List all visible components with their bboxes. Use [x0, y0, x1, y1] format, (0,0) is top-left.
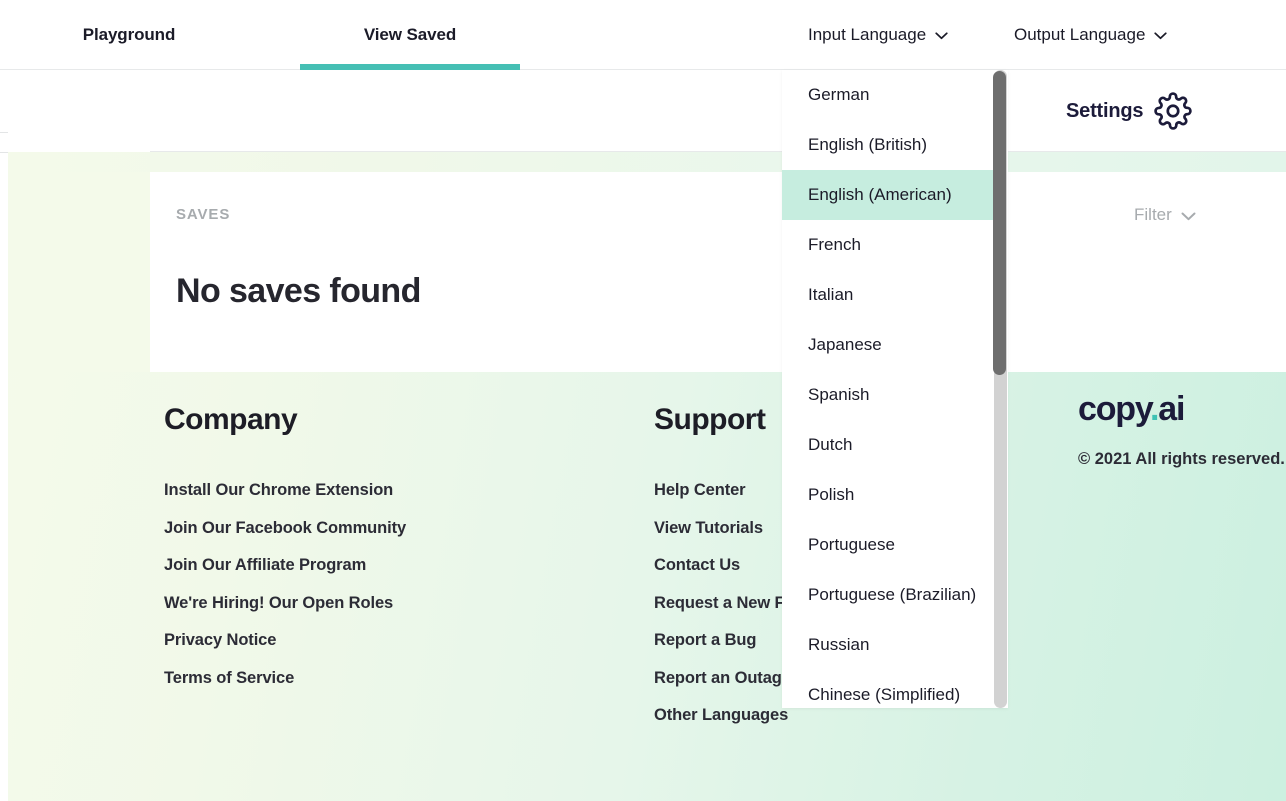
site-footer: Company Install Our Chrome Extension Joi…: [0, 372, 1286, 801]
language-option[interactable]: Portuguese: [782, 520, 994, 570]
language-option[interactable]: Portuguese (Brazilian): [782, 570, 994, 620]
language-option[interactable]: Italian: [782, 270, 994, 320]
tab-view-saved[interactable]: View Saved: [300, 0, 520, 70]
settings-label: Settings: [1066, 99, 1144, 122]
footer-link[interactable]: Join Our Affiliate Program: [164, 547, 406, 585]
app-root: Company Install Our Chrome Extension Joi…: [0, 0, 1286, 801]
top-navigation-bar: Playground View Saved Input Language Out…: [0, 0, 1286, 70]
input-language-label: Input Language: [808, 25, 927, 44]
gutter-divider: [0, 152, 8, 153]
input-language-dropdown[interactable]: German English (British) English (Americ…: [782, 70, 1008, 708]
language-option[interactable]: Chinese (Simplified): [782, 670, 994, 708]
gear-icon: [1154, 92, 1192, 130]
chevron-down-icon: [935, 32, 948, 40]
gutter-divider: [0, 132, 8, 133]
language-option[interactable]: German: [782, 70, 994, 120]
footer-link[interactable]: Privacy Notice: [164, 622, 406, 660]
settings-button[interactable]: Settings: [1066, 92, 1192, 130]
footer-column-company: Company Install Our Chrome Extension Joi…: [164, 372, 406, 697]
footer-link[interactable]: Install Our Chrome Extension: [164, 472, 406, 510]
tab-playground[interactable]: Playground: [18, 0, 240, 70]
active-tab-underline: [300, 64, 520, 70]
dropdown-scrollbar-track[interactable]: [993, 70, 1007, 708]
footer-link[interactable]: We're Hiring! Our Open Roles: [164, 585, 406, 623]
saves-card-left-gap: [8, 172, 150, 372]
header-card-left-flank: [8, 70, 150, 152]
language-option[interactable]: Russian: [782, 620, 994, 670]
dropdown-scrollbar-thumb[interactable]: [993, 71, 1006, 375]
section-gap-band: [8, 152, 1286, 172]
logo-text-suffix: ai: [1158, 390, 1185, 428]
language-option[interactable]: Japanese: [782, 320, 994, 370]
footer-link-list-company: Install Our Chrome Extension Join Our Fa…: [164, 435, 406, 697]
language-option[interactable]: French: [782, 220, 994, 270]
logo-text-main: copy: [1078, 390, 1151, 428]
input-language-selector[interactable]: Input Language: [808, 0, 948, 70]
language-option[interactable]: English (British): [782, 120, 994, 170]
footer-heading-company: Company: [164, 403, 298, 436]
output-language-selector[interactable]: Output Language: [1014, 0, 1168, 70]
left-gutter-strip: [0, 70, 8, 801]
filter-label: Filter: [1134, 205, 1172, 224]
copyai-logo[interactable]: copy.ai: [1078, 390, 1285, 428]
footer-link[interactable]: Terms of Service: [164, 660, 406, 698]
copyright-text: © 2021 All rights reserved.: [1078, 450, 1285, 468]
chevron-down-icon: [1154, 32, 1168, 40]
language-option[interactable]: Dutch: [782, 420, 994, 470]
chevron-down-icon: [1181, 212, 1196, 221]
language-option-selected[interactable]: English (American): [782, 170, 994, 220]
footer-link[interactable]: Join Our Facebook Community: [164, 510, 406, 548]
footer-brand: copy.ai © 2021 All rights reserved.: [1078, 390, 1285, 469]
saves-card-right-section: [1006, 172, 1286, 372]
saves-section-label: SAVES: [176, 206, 231, 223]
language-option[interactable]: Spanish: [782, 370, 994, 420]
output-language-label: Output Language: [1014, 25, 1146, 44]
language-option-list: German English (British) English (Americ…: [782, 70, 994, 708]
empty-state-message: No saves found: [176, 272, 421, 310]
filter-button[interactable]: Filter: [1134, 205, 1196, 225]
language-option[interactable]: Polish: [782, 470, 994, 520]
